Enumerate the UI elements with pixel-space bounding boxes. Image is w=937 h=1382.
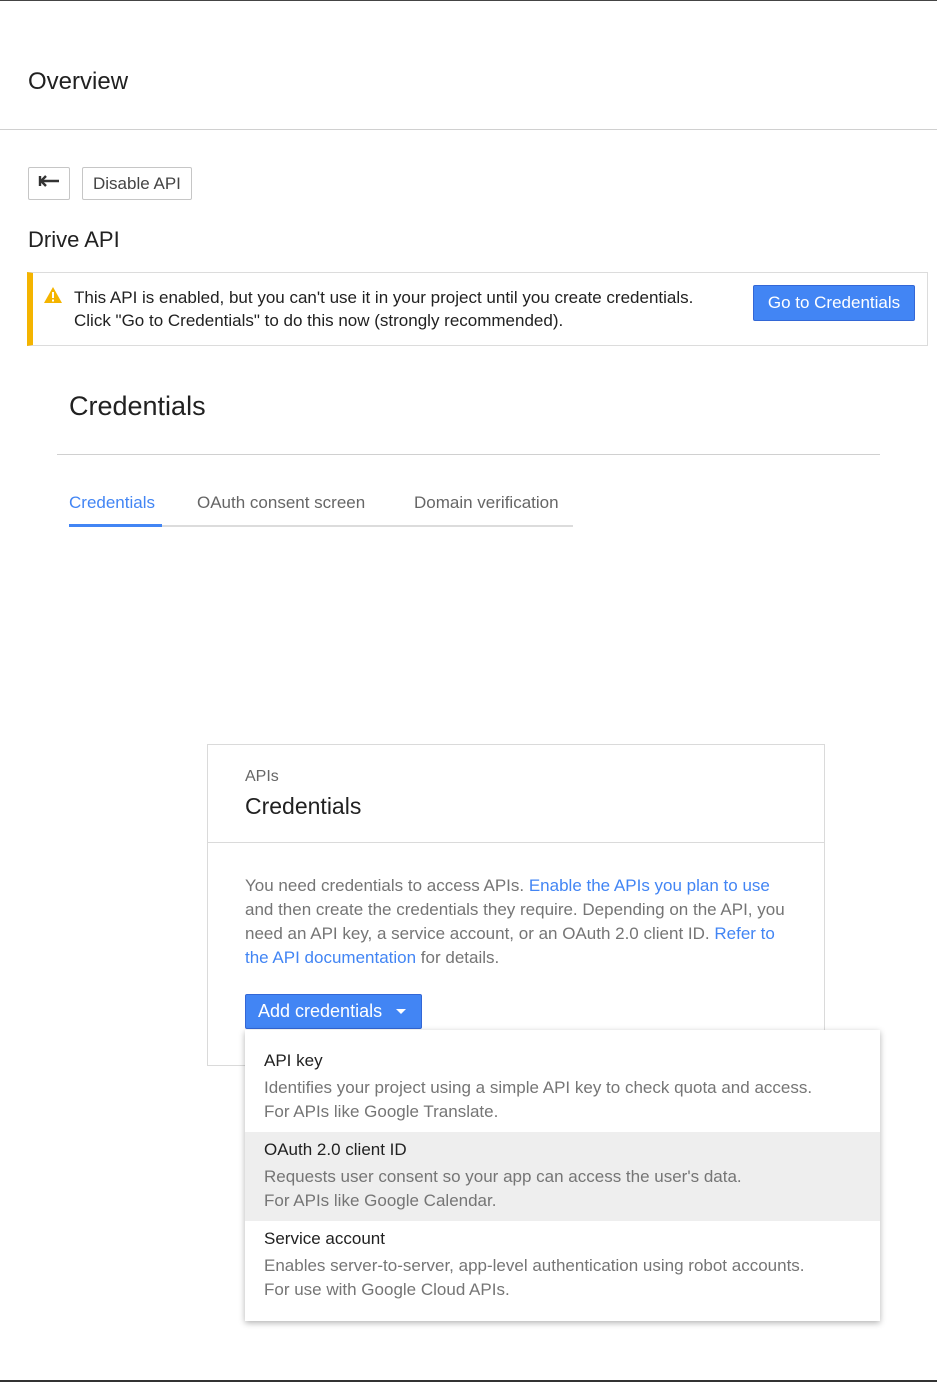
menu-item-service-account[interactable]: Service account Enables server-to-server… — [245, 1221, 880, 1310]
api-name: Drive API — [28, 227, 120, 252]
caret-down-icon — [396, 1009, 407, 1014]
menu-item-title: OAuth 2.0 client ID — [264, 1140, 407, 1159]
credentials-card: APIs Credentials You need credentials to… — [207, 744, 825, 1066]
add-credentials-menu: API key Identifies your project using a … — [245, 1030, 880, 1321]
card-description: You need credentials to access APIs. Ena… — [245, 874, 793, 970]
warning-banner: This API is enabled, but you can't use i… — [27, 272, 928, 346]
card-text-1: You need credentials to access APIs. — [245, 876, 525, 895]
header-divider — [0, 129, 937, 130]
menu-item-desc-line: Enables server-to-server, app-level auth… — [264, 1256, 805, 1275]
tab-bar: Credentials OAuth consent screen Domain … — [69, 490, 573, 528]
add-credentials-button[interactable]: Add credentials — [245, 994, 422, 1029]
menu-item-title: Service account — [264, 1229, 385, 1248]
menu-item-desc-line: Requests user consent so your app can ac… — [264, 1167, 742, 1186]
top-border — [0, 0, 937, 1]
card-text-3: for details. — [420, 948, 500, 967]
active-tab-indicator — [69, 524, 162, 527]
enable-apis-link[interactable]: Enable the APIs you plan to use — [529, 876, 770, 895]
back-button[interactable] — [28, 167, 70, 200]
tab-credentials[interactable]: Credentials — [69, 493, 155, 513]
menu-item-desc-line: For APIs like Google Calendar. — [264, 1191, 497, 1210]
page-title: Overview — [28, 68, 129, 95]
section-heading: Credentials — [69, 391, 206, 421]
card-divider — [208, 842, 824, 843]
menu-item-oauth-client-id[interactable]: OAuth 2.0 client ID Requests user consen… — [245, 1132, 880, 1221]
card-text-2: and then create the credentials they req… — [245, 900, 785, 943]
menu-item-desc-line: For use with Google Cloud APIs. — [264, 1280, 510, 1299]
card-title: Credentials — [245, 793, 362, 819]
menu-item-desc-line: For APIs like Google Translate. — [264, 1102, 499, 1121]
warning-line-2: Click "Go to Credentials" to do this now… — [74, 311, 564, 330]
warning-message: This API is enabled, but you can't use i… — [74, 286, 693, 332]
go-to-credentials-button[interactable]: Go to Credentials — [753, 285, 915, 321]
menu-item-title: API key — [264, 1051, 323, 1070]
tab-oauth-consent-screen[interactable]: OAuth consent screen — [197, 493, 365, 513]
warning-line-1: This API is enabled, but you can't use i… — [74, 288, 694, 307]
card-subtitle: APIs — [245, 768, 279, 785]
add-credentials-label: Add credentials — [258, 1001, 383, 1021]
menu-item-desc-line: Identifies your project using a simple A… — [264, 1078, 813, 1097]
tab-domain-verification[interactable]: Domain verification — [414, 493, 559, 513]
menu-item-description: Enables server-to-server, app-level auth… — [264, 1254, 805, 1302]
disable-api-button[interactable]: Disable API — [82, 167, 192, 200]
menu-item-description: Identifies your project using a simple A… — [264, 1076, 812, 1124]
menu-item-description: Requests user consent so your app can ac… — [264, 1165, 742, 1213]
arrow-back-icon — [38, 174, 60, 193]
section-divider — [57, 454, 880, 455]
menu-item-api-key[interactable]: API key Identifies your project using a … — [245, 1030, 880, 1121]
warning-icon — [43, 286, 63, 309]
